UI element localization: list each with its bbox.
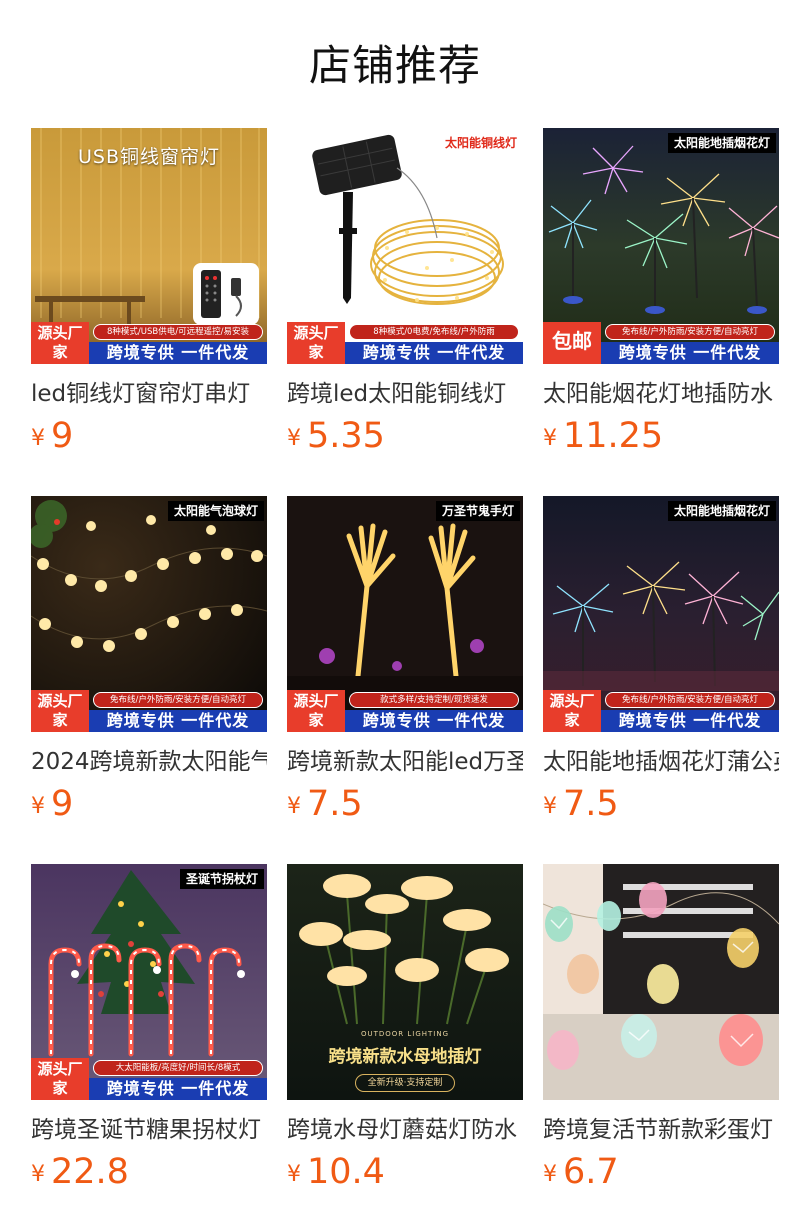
price-value: 11.25 xyxy=(563,416,664,456)
product-image[interactable] xyxy=(543,864,779,1100)
product-card[interactable]: 太阳能地插烟花灯 源头厂家 免布线/户外防雨/安装方便/自动亮灯 跨境专供 一件… xyxy=(543,496,779,824)
currency-symbol: ¥ xyxy=(543,794,557,819)
dropship-banner: 跨境专供 一件代发 xyxy=(89,710,267,732)
product-name[interactable]: 跨境复活节新款彩蛋灯 xyxy=(543,1114,779,1146)
promo-banner: 源头厂家 8种模式/0电费/免布线/户外防雨 跨境专供 一件代发 xyxy=(287,322,523,364)
dropship-banner: 跨境专供 一件代发 xyxy=(601,710,779,732)
product-price: ¥7.5 xyxy=(543,784,779,824)
product-name[interactable]: 跨境led太阳能铜线灯 xyxy=(287,378,523,410)
source-badge: 源头厂家 xyxy=(31,1058,89,1100)
image-corner-label: 太阳能地插烟花灯 xyxy=(667,133,776,153)
product-image[interactable]: OUTDOOR LIGHTING 跨境新款水母地插灯 全新升级·支持定制 xyxy=(287,864,523,1100)
source-badge: 包邮 xyxy=(543,322,601,364)
dropship-banner: 跨境专供 一件代发 xyxy=(601,342,779,364)
product-card[interactable]: USB铜线窗帘灯 源头厂家 8种模式/USB供电/可远程遥控/易安装 跨境专供 … xyxy=(31,128,267,456)
product-image[interactable]: 太阳能地插烟花灯 源头厂家 免布线/户外防雨/安装方便/自动亮灯 跨境专供 一件… xyxy=(543,496,779,732)
product-image[interactable]: 太阳能地插烟花灯 包邮 免布线/户外防雨/安装方便/自动亮灯 跨境专供 一件代发 xyxy=(543,128,779,364)
product-card[interactable]: 万圣节鬼手灯 源头厂家 款式多样/支持定制/现货速发 跨境专供 一件代发 跨境新… xyxy=(287,496,523,824)
promo-banner: 源头厂家 款式多样/支持定制/现货速发 跨境专供 一件代发 xyxy=(287,690,523,732)
product-price: ¥9 xyxy=(31,784,267,824)
product-card[interactable]: OUTDOOR LIGHTING 跨境新款水母地插灯 全新升级·支持定制 跨境水… xyxy=(287,864,523,1192)
feature-strip: 大太阳能板/亮度好/时间长/8模式 xyxy=(93,1060,263,1076)
image-corner-label: 太阳能地插烟花灯 xyxy=(667,501,776,521)
currency-symbol: ¥ xyxy=(287,426,301,451)
product-price: ¥5.35 xyxy=(287,416,523,456)
product-name[interactable]: 太阳能烟花灯地插防水 xyxy=(543,378,779,410)
currency-symbol: ¥ xyxy=(31,1162,45,1187)
promo-banner: 源头厂家 免布线/户外防雨/安装方便/自动亮灯 跨境专供 一件代发 xyxy=(31,690,267,732)
product-name[interactable]: 2024跨境新款太阳能气泡球灯 xyxy=(31,746,267,778)
product-price: ¥7.5 xyxy=(287,784,523,824)
dropship-banner: 跨境专供 一件代发 xyxy=(345,342,523,364)
image-sub-label: 全新升级·支持定制 xyxy=(355,1074,455,1092)
currency-symbol: ¥ xyxy=(31,794,45,819)
page-title: 店铺推荐 xyxy=(308,41,481,90)
source-badge: 源头厂家 xyxy=(31,322,89,364)
currency-symbol: ¥ xyxy=(543,1162,557,1187)
product-image[interactable]: 圣诞节拐杖灯 源头厂家 大太阳能板/亮度好/时间长/8模式 跨境专供 一件代发 xyxy=(31,864,267,1100)
currency-symbol: ¥ xyxy=(287,794,301,819)
price-value: 22.8 xyxy=(51,1152,129,1192)
product-price: ¥22.8 xyxy=(31,1152,267,1192)
product-price: ¥11.25 xyxy=(543,416,779,456)
price-value: 6.7 xyxy=(563,1152,619,1192)
product-image[interactable]: 太阳能气泡球灯 源头厂家 免布线/户外防雨/安装方便/自动亮灯 跨境专供 一件代… xyxy=(31,496,267,732)
image-corner-label: 万圣节鬼手灯 xyxy=(435,501,520,521)
price-value: 7.5 xyxy=(307,784,363,824)
promo-banner: 源头厂家 8种模式/USB供电/可远程遥控/易安装 跨境专供 一件代发 xyxy=(31,322,267,364)
price-value: 7.5 xyxy=(563,784,619,824)
promo-banner: 包邮 免布线/户外防雨/安装方便/自动亮灯 跨境专供 一件代发 xyxy=(543,322,779,364)
product-name[interactable]: 跨境圣诞节糖果拐杖灯 xyxy=(31,1114,267,1146)
feature-strip: 免布线/户外防雨/安装方便/自动亮灯 xyxy=(605,324,775,340)
source-badge: 源头厂家 xyxy=(287,690,345,732)
price-value: 10.4 xyxy=(307,1152,385,1192)
dropship-banner: 跨境专供 一件代发 xyxy=(89,342,267,364)
currency-symbol: ¥ xyxy=(287,1162,301,1187)
product-image[interactable]: USB铜线窗帘灯 源头厂家 8种模式/USB供电/可远程遥控/易安装 跨境专供 … xyxy=(31,128,267,364)
product-price: ¥6.7 xyxy=(543,1152,779,1192)
image-corner-label: 太阳能铜线灯 xyxy=(444,136,517,150)
feature-strip: 免布线/户外防雨/安装方便/自动亮灯 xyxy=(605,692,775,708)
currency-symbol: ¥ xyxy=(31,426,45,451)
image-corner-label: 圣诞节拐杖灯 xyxy=(179,869,264,889)
product-name[interactable]: 跨境新款太阳能led万圣节鬼手灯 xyxy=(287,746,523,778)
currency-symbol: ¥ xyxy=(543,426,557,451)
feature-strip: 款式多样/支持定制/现货速发 xyxy=(349,692,519,708)
product-card[interactable]: 太阳能气泡球灯 源头厂家 免布线/户外防雨/安装方便/自动亮灯 跨境专供 一件代… xyxy=(31,496,267,824)
product-price: ¥9 xyxy=(31,416,267,456)
product-image[interactable]: 万圣节鬼手灯 源头厂家 款式多样/支持定制/现货速发 跨境专供 一件代发 xyxy=(287,496,523,732)
promo-banner: 源头厂家 大太阳能板/亮度好/时间长/8模式 跨境专供 一件代发 xyxy=(31,1058,267,1100)
product-name[interactable]: 太阳能地插烟花灯蒲公英 xyxy=(543,746,779,778)
product-price: ¥10.4 xyxy=(287,1152,523,1192)
price-value: 9 xyxy=(51,784,74,824)
feature-strip: 8种模式/USB供电/可远程遥控/易安装 xyxy=(93,324,263,340)
image-headline: 跨境新款水母地插灯 xyxy=(328,1047,482,1067)
feature-strip: 8种模式/0电费/免布线/户外防雨 xyxy=(349,324,519,340)
image-corner-label: 太阳能气泡球灯 xyxy=(167,501,264,521)
price-value: 5.35 xyxy=(307,416,385,456)
dropship-banner: 跨境专供 一件代发 xyxy=(345,710,523,732)
source-badge: 源头厂家 xyxy=(31,690,89,732)
product-image[interactable]: 太阳能铜线灯 源头厂家 8种模式/0电费/免布线/户外防雨 跨境专供 一件代发 xyxy=(287,128,523,364)
source-badge: 源头厂家 xyxy=(543,690,601,732)
feature-strip: 免布线/户外防雨/安装方便/自动亮灯 xyxy=(93,692,263,708)
product-card[interactable]: 圣诞节拐杖灯 源头厂家 大太阳能板/亮度好/时间长/8模式 跨境专供 一件代发 … xyxy=(31,864,267,1192)
source-badge: 源头厂家 xyxy=(287,322,345,364)
promo-banner: 源头厂家 免布线/户外防雨/安装方便/自动亮灯 跨境专供 一件代发 xyxy=(543,690,779,732)
product-name[interactable]: 跨境水母灯蘑菇灯防水 xyxy=(287,1114,523,1146)
product-card[interactable]: 太阳能铜线灯 源头厂家 8种模式/0电费/免布线/户外防雨 跨境专供 一件代发 … xyxy=(287,128,523,456)
price-value: 9 xyxy=(51,416,74,456)
dropship-banner: 跨境专供 一件代发 xyxy=(89,1078,267,1100)
product-card[interactable]: 跨境复活节新款彩蛋灯 ¥6.7 xyxy=(543,864,779,1192)
product-name[interactable]: led铜线灯窗帘灯串灯 xyxy=(31,378,267,410)
image-top-text: OUTDOOR LIGHTING xyxy=(360,1030,450,1038)
product-card[interactable]: 太阳能地插烟花灯 包邮 免布线/户外防雨/安装方便/自动亮灯 跨境专供 一件代发… xyxy=(543,128,779,456)
image-headline: USB铜线窗帘灯 xyxy=(77,146,220,168)
